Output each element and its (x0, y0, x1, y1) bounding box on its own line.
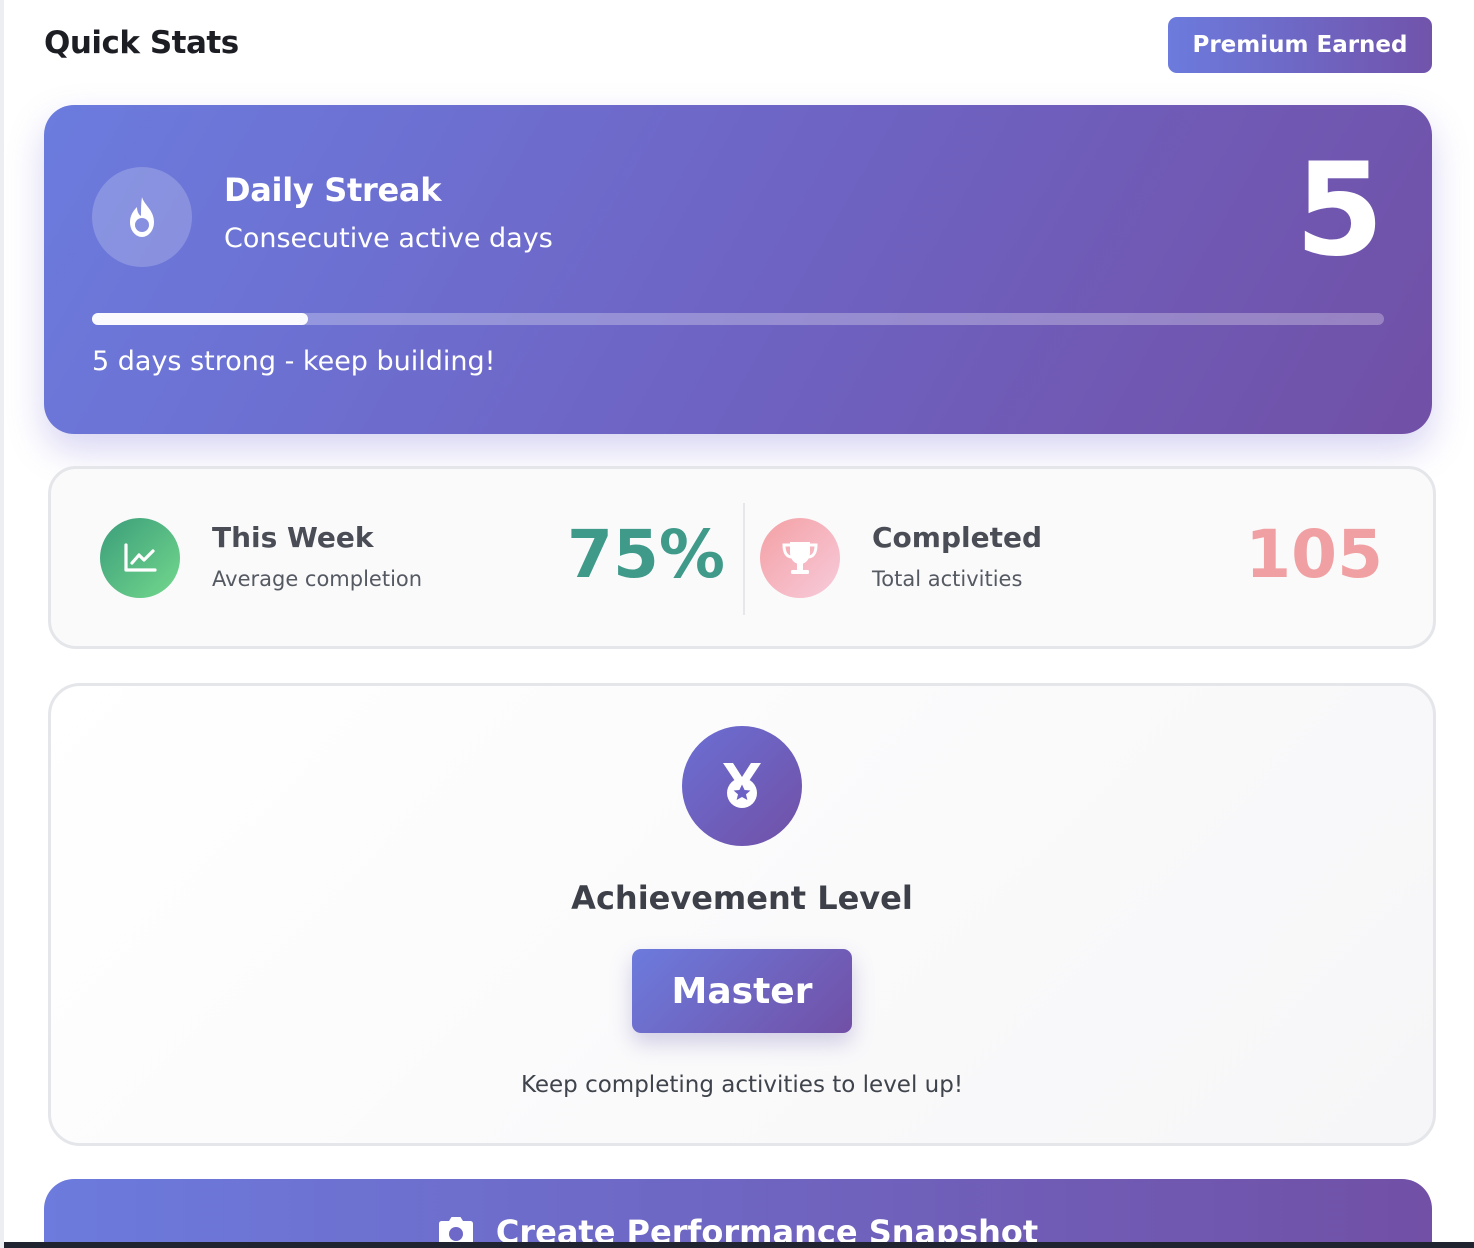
streak-icon-circle (92, 167, 192, 267)
streak-progress-fill (92, 313, 308, 325)
stat-icon-circle (760, 518, 840, 598)
stat-value: 75% (567, 516, 725, 593)
this-week-stat: This Week Average completion 75% (51, 469, 743, 646)
create-snapshot-button[interactable]: Create Performance Snapshot (44, 1179, 1432, 1248)
achievement-level-button[interactable]: Master (632, 949, 852, 1033)
quick-stats-panel: Quick Stats Premium Earned Daily Streak … (0, 0, 1474, 1248)
trophy-icon (782, 542, 818, 574)
streak-title: Daily Streak (224, 171, 442, 209)
streak-message: 5 days strong - keep building! (92, 346, 496, 377)
achievement-icon-circle (682, 726, 802, 846)
header: Quick Stats Premium Earned (44, 17, 1432, 73)
streak-subtitle: Consecutive active days (224, 223, 553, 254)
stat-label: Completed (872, 521, 1043, 554)
fire-icon (130, 197, 154, 237)
stat-value: 105 (1245, 516, 1383, 593)
stat-sublabel: Total activities (872, 567, 1023, 591)
completed-stat: Completed Total activities 105 (743, 469, 1433, 646)
stat-icon-circle (100, 518, 180, 598)
page-title: Quick Stats (44, 25, 239, 61)
streak-count: 5 (1294, 136, 1384, 285)
achievement-title: Achievement Level (571, 879, 913, 917)
weekly-stats-card: This Week Average completion 75% Complet… (48, 466, 1436, 649)
medal-icon (723, 763, 761, 808)
achievement-hint: Keep completing activities to level up! (520, 1072, 964, 1098)
achievement-card: Achievement Level Master Keep completing… (48, 683, 1436, 1146)
stat-sublabel: Average completion (212, 567, 423, 591)
window-bottom-edge (4, 1242, 1474, 1248)
stat-label: This Week (212, 521, 374, 554)
daily-streak-card: Daily Streak Consecutive active days 5 5… (44, 105, 1432, 434)
premium-earned-badge[interactable]: Premium Earned (1168, 17, 1432, 73)
chart-line-icon (124, 543, 157, 572)
streak-progress-track (92, 313, 1384, 325)
